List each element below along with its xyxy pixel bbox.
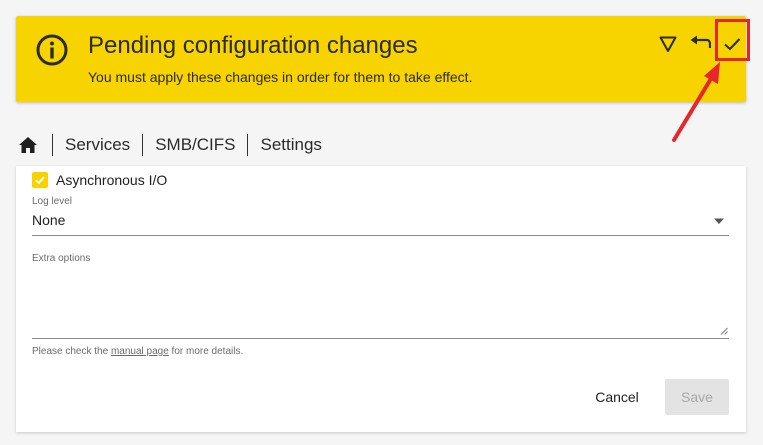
dropdown-caret-icon [714, 218, 724, 224]
breadcrumb-home[interactable] [16, 133, 40, 157]
filter-triangle-icon [659, 36, 677, 52]
breadcrumb-settings[interactable]: Settings [260, 135, 321, 155]
apply-changes-button[interactable] [718, 30, 746, 58]
filter-button[interactable] [654, 30, 682, 58]
extra-options-textarea[interactable] [32, 266, 729, 339]
breadcrumb-separator [142, 134, 144, 156]
breadcrumb-services[interactable]: Services [65, 135, 130, 155]
breadcrumb: Services SMB/CIFS Settings [16, 132, 322, 158]
banner-message: You must apply these changes in order fo… [88, 69, 473, 85]
save-button[interactable]: Save [665, 379, 729, 415]
check-icon [724, 38, 741, 51]
breadcrumb-separator [52, 134, 53, 156]
info-circle-icon [36, 34, 68, 66]
extra-options-caption: Extra options [32, 253, 91, 264]
help-hint: Please check the manual page for more de… [32, 346, 243, 357]
async-io-checkbox[interactable]: Asynchronous I/O [32, 172, 167, 188]
banner-title: Pending configuration changes [88, 32, 418, 59]
pending-changes-banner: Pending configuration changes You must a… [16, 16, 746, 102]
log-level-value: None [32, 212, 66, 228]
breadcrumb-separator [247, 134, 249, 156]
manual-page-link[interactable]: manual page [111, 346, 169, 357]
breadcrumb-smb-cifs[interactable]: SMB/CIFS [155, 135, 235, 155]
home-icon [19, 137, 37, 153]
settings-form-card: Asynchronous I/O Log level None Extra op… [16, 166, 746, 432]
checkbox-checked-icon[interactable] [32, 172, 48, 188]
async-io-label: Asynchronous I/O [56, 172, 168, 188]
hint-suffix: for more details. [168, 346, 244, 357]
resize-grip-icon[interactable] [720, 327, 728, 335]
hint-prefix: Please check the [32, 346, 111, 357]
undo-changes-button[interactable] [686, 30, 714, 58]
undo-icon [690, 35, 711, 48]
log-level-caption: Log level [32, 196, 73, 207]
log-level-select[interactable]: None [32, 209, 729, 236]
cancel-button[interactable]: Cancel [581, 379, 653, 415]
